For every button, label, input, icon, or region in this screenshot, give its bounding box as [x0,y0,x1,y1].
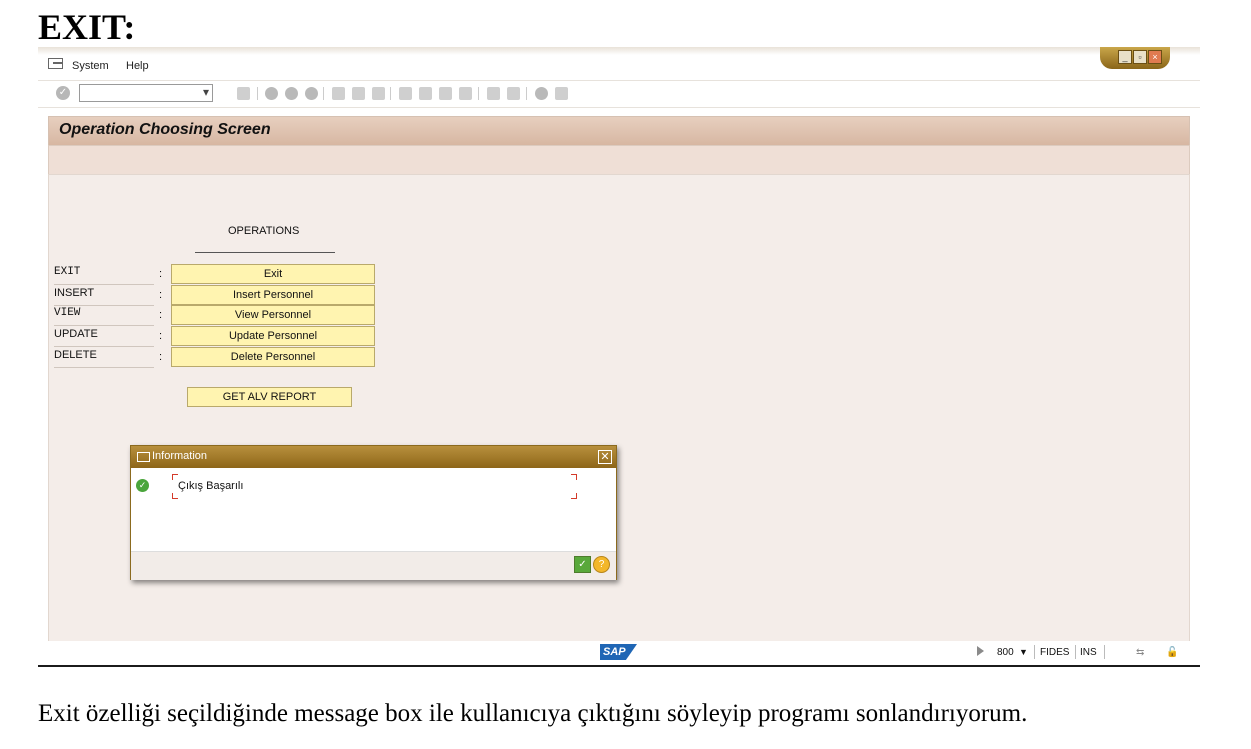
colon: : [159,351,163,363]
toolbar-separator [323,87,324,100]
dialog-title: Information [152,450,208,462]
insert-personnel-button[interactable]: Insert Personnel [171,285,375,305]
minimize-icon[interactable]: _ [1118,50,1132,64]
standard-toolbar: ✓ [38,81,1200,108]
last-page-icon[interactable] [459,87,472,100]
lock-icon[interactable]: 🔓 [1166,647,1178,658]
confirm-button[interactable]: ✓ [574,556,591,573]
field-corner-mark [172,493,178,499]
enter-icon[interactable]: ✓ [56,86,70,100]
shortcut-icon[interactable] [507,87,520,100]
system-name: FIDES [1040,647,1070,658]
exit-icon[interactable] [285,87,298,100]
save-icon[interactable] [237,87,250,100]
toolbar-separator [257,87,258,100]
help-button[interactable]: ? [593,556,610,573]
colon: : [159,268,163,280]
row-label-view: VIEW [54,307,154,326]
field-corner-mark [571,493,577,499]
dialog-message: Çıkış Başarılı [178,480,244,492]
view-personnel-button[interactable]: View Personnel [171,305,375,325]
status-separator [1034,645,1035,659]
client-dropdown-icon[interactable]: ▼ [1019,647,1028,657]
find-icon[interactable] [352,87,365,100]
colon: : [159,309,163,321]
previous-page-icon[interactable] [419,87,432,100]
restore-icon[interactable]: ▫ [1133,50,1147,64]
new-session-icon[interactable] [487,87,500,100]
menu-bar: System Help _ ▫ × [38,47,1200,81]
toolbar-separator [390,87,391,100]
document-caption: Exit özelliği seçildiğinde message box i… [38,700,1028,727]
first-page-icon[interactable] [399,87,412,100]
window-controls: _ ▫ × [1100,47,1170,69]
print-icon[interactable] [332,87,345,100]
toolbar-separator [526,87,527,100]
sap-window: System Help _ ▫ × ✓ Operation Choosing S… [38,47,1200,667]
menu-help[interactable]: Help [126,60,149,72]
row-label-update: UPDATE [54,328,154,347]
title-bar: Operation Choosing Screen [48,116,1190,146]
dialog-close-icon[interactable]: ✕ [598,450,612,464]
command-field[interactable] [79,84,213,102]
dialog-footer: ✓ ? [131,551,616,580]
client-number: 800 [997,647,1014,658]
operations-divider [195,252,335,253]
status-bar: SAP 800 ▼ FIDES INS ⇆ 🔓 [38,641,1200,663]
success-icon: ✓ [136,479,149,492]
colon: : [159,289,163,301]
status-separator [1104,645,1105,659]
operations-title: OPERATIONS [228,225,300,237]
toolbar-separator [478,87,479,100]
row-label-delete: DELETE [54,349,154,368]
application-toolbar [48,145,1190,175]
row-label-insert: INSERT [54,287,154,306]
get-alv-report-button[interactable]: GET ALV REPORT [187,387,352,407]
cancel-icon[interactable] [305,87,318,100]
find-next-icon[interactable] [372,87,385,100]
page-title: Operation Choosing Screen [59,121,271,138]
close-window-icon[interactable]: × [1148,50,1162,64]
menu-system[interactable]: System [72,60,109,72]
information-dialog: Information ✕ ✓ Çıkış Başarılı ✓ ? [130,445,617,580]
insert-mode: INS [1080,647,1097,658]
status-separator [1075,645,1076,659]
field-corner-mark [571,474,577,480]
help-icon[interactable] [535,87,548,100]
status-expand-icon[interactable] [977,646,984,656]
update-personnel-button[interactable]: Update Personnel [171,326,375,346]
next-page-icon[interactable] [439,87,452,100]
colon: : [159,330,163,342]
row-label-exit: EXIT [54,266,154,285]
dialog-header: Information ✕ [131,446,616,468]
connection-icon[interactable]: ⇆ [1136,647,1144,658]
menu-exit-icon[interactable] [48,58,63,69]
exit-button[interactable]: Exit [171,264,375,284]
dialog-window-icon [137,452,150,462]
delete-personnel-button[interactable]: Delete Personnel [171,347,375,367]
sap-logo: SAP [600,644,637,660]
back-icon[interactable] [265,87,278,100]
document-heading: EXIT: [38,7,136,47]
layout-menu-icon[interactable] [555,87,568,100]
